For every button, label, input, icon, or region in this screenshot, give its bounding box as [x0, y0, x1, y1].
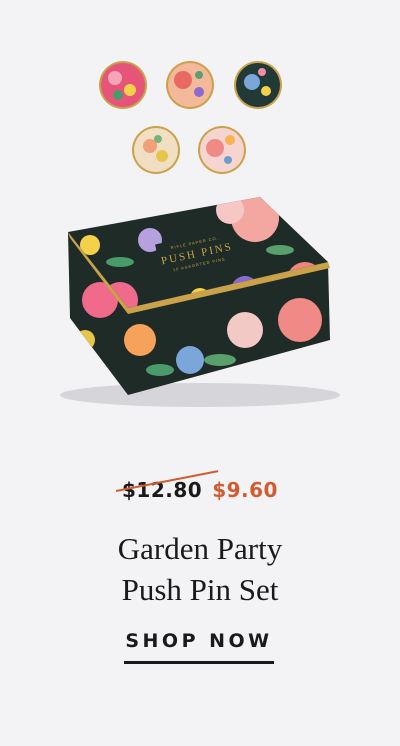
push-pin: [198, 126, 246, 174]
shop-now-button[interactable]: SHOP NOW: [124, 630, 274, 664]
push-pin: [166, 61, 214, 109]
push-pin: [99, 61, 147, 109]
product-card[interactable]: RIFLE PAPER CO. PUSH PINS 10 ASSORTED PI…: [0, 0, 400, 746]
shop-now-label: SHOP NOW: [125, 630, 273, 652]
push-pin: [234, 61, 282, 109]
sale-price: $9.60: [212, 478, 278, 502]
push-pin-tin: RIFLE PAPER CO. PUSH PINS 10 ASSORTED PI…: [60, 197, 340, 407]
product-title[interactable]: Garden Party Push Pin Set: [0, 528, 400, 610]
product-image[interactable]: RIFLE PAPER CO. PUSH PINS 10 ASSORTED PI…: [0, 0, 400, 470]
push-pin: [132, 126, 180, 174]
product-title-line-1: Garden Party: [117, 531, 283, 566]
price-row: $12.80 $9.60: [0, 470, 400, 502]
original-price: $12.80: [115, 470, 219, 502]
product-title-line-2: Push Pin Set: [121, 572, 279, 607]
shop-now-underline: [124, 661, 274, 664]
